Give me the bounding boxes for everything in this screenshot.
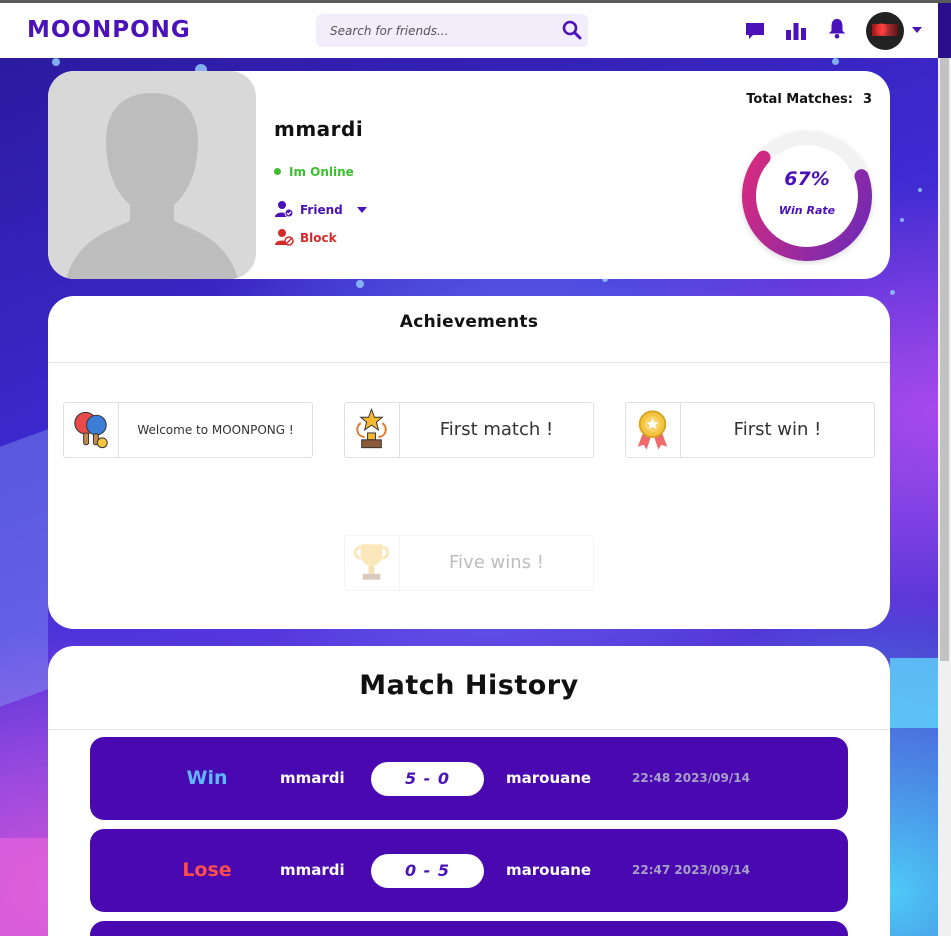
chevron-down-icon[interactable]: [912, 27, 922, 33]
friend-dropdown-button[interactable]: Friend: [274, 200, 367, 218]
match-row: Lose mmardi 0 - 5 marouane 22:47 2023/09…: [90, 829, 848, 912]
ping-pong-paddles-icon: [74, 403, 119, 457]
achievement-label: First match !: [439, 419, 554, 440]
match-result: Lose: [182, 859, 232, 881]
star-trophy-icon: [356, 403, 400, 457]
top-navbar: MOONPONG: [0, 3, 938, 58]
friend-check-icon: [275, 201, 294, 218]
match-history-title: Match History: [359, 670, 579, 701]
profile-photo: [48, 71, 256, 279]
match-row: Win mmardi 5 - 0 marouane 22:48 2023/09/…: [90, 737, 848, 820]
profile-username: mmardi: [274, 117, 364, 141]
match-result: Win: [186, 767, 228, 789]
leaderboard-icon[interactable]: [785, 20, 807, 42]
trophy-cup-icon: [353, 536, 400, 590]
search-icon[interactable]: [562, 20, 582, 40]
online-dot-icon: [274, 168, 281, 175]
achievement-badge: First match !: [344, 402, 594, 458]
medal-icon: [637, 403, 681, 457]
scrollbar-thumb[interactable]: [940, 58, 949, 661]
match-player1: mmardi: [280, 769, 345, 787]
match-player2[interactable]: marouane: [506, 861, 591, 879]
total-matches-label: Total Matches:: [746, 92, 853, 107]
status-label: Im Online: [289, 165, 354, 179]
match-player1: mmardi: [280, 861, 345, 879]
match-score: 5 - 0: [371, 762, 484, 796]
match-score: 0 - 5: [371, 854, 484, 888]
moonpong-logo[interactable]: MOONPONG: [27, 17, 191, 43]
divider: [48, 729, 890, 730]
online-status: Im Online: [274, 165, 354, 179]
win-rate-ring: [742, 131, 872, 261]
achievement-badge: Welcome to MOONPONG !: [63, 402, 313, 458]
achievement-label: First win !: [733, 419, 822, 440]
achievements-title: Achievements: [399, 312, 539, 332]
achievement-badge: First win !: [625, 402, 875, 458]
achievement-label: Welcome to MOONPONG !: [137, 423, 294, 437]
search-input[interactable]: [330, 21, 550, 41]
match-timestamp: 22:47 2023/09/14: [632, 863, 750, 877]
achievements-card: Achievements Welcome to MOONPONG ! First…: [48, 296, 890, 629]
match-player2[interactable]: marouane: [506, 769, 591, 787]
search-bar: [316, 14, 588, 47]
block-button[interactable]: Block: [274, 228, 337, 246]
win-rate-label: Win Rate: [778, 204, 836, 217]
block-user-icon: [275, 229, 294, 246]
match-row-partial: [90, 921, 848, 936]
total-matches: Total Matches: 3: [746, 92, 872, 107]
achievement-label: Five wins !: [449, 552, 544, 573]
notification-bell-icon[interactable]: [826, 17, 848, 39]
total-matches-count: 3: [862, 92, 872, 107]
default-user-silhouette-icon: [66, 93, 238, 279]
chat-icon[interactable]: [744, 20, 766, 42]
win-rate-percent: 67%: [784, 168, 830, 190]
match-history-card: Match History Win mmardi 5 - 0 marouane …: [48, 646, 890, 936]
chevron-down-icon: [356, 207, 367, 213]
block-label: Block: [300, 231, 337, 245]
match-timestamp: 22:48 2023/09/14: [632, 771, 750, 785]
achievement-badge-locked: Five wins !: [344, 535, 594, 591]
profile-card: mmardi Im Online Friend Block Total Matc…: [48, 71, 890, 279]
divider: [48, 362, 890, 363]
user-avatar[interactable]: [866, 12, 904, 50]
friend-label: Friend: [300, 203, 343, 217]
